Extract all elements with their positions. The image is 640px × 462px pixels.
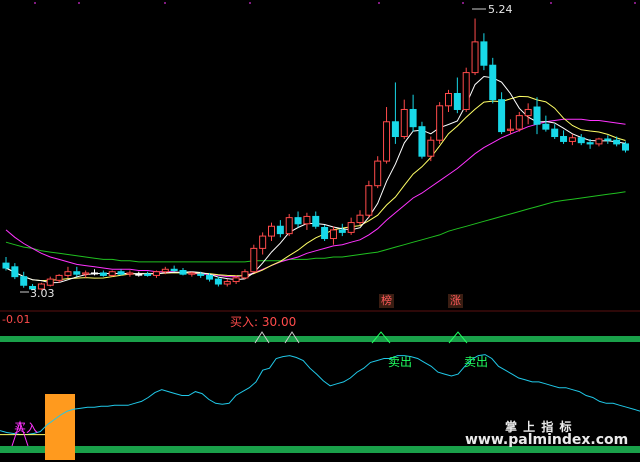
candle-body: [179, 270, 187, 275]
candle-body: [73, 271, 81, 275]
candle-body: [542, 123, 550, 130]
candle-body: [20, 276, 28, 286]
marker-chip-1: 榜: [379, 294, 394, 308]
candle-body: [427, 139, 435, 157]
candle-body: [418, 126, 426, 157]
candle: [436, 102, 444, 144]
candle: [108, 270, 116, 277]
indicator-top-band: [0, 336, 640, 342]
watermark-url: www.palmindex.com: [465, 432, 629, 448]
candle-body: [259, 235, 267, 249]
candle-body: [586, 142, 594, 145]
candle: [250, 244, 258, 273]
candle-body: [356, 214, 364, 224]
candle-body: [232, 277, 240, 283]
candle-body: [613, 139, 621, 145]
candle-body: [46, 278, 54, 286]
candle-body: [152, 271, 160, 276]
candle-body: [135, 273, 143, 276]
candle-body: [347, 222, 355, 233]
candle-body: [82, 272, 90, 275]
candle-body: [515, 115, 523, 130]
candle-body: [391, 121, 399, 138]
candle-body: [400, 108, 408, 138]
candle-body: [445, 93, 452, 107]
candle-body: [383, 121, 391, 162]
candle-body: [241, 271, 249, 279]
candle-body: [285, 217, 293, 235]
candle-body: [374, 160, 382, 187]
candle-body: [498, 99, 506, 133]
candle-body: [303, 215, 311, 225]
candle-body: [321, 226, 329, 240]
candle-body: [568, 137, 576, 142]
candle-body: [55, 274, 63, 281]
buy-signal-text: 买入: [14, 421, 38, 435]
candle-body: [409, 108, 417, 128]
candle-body: [365, 185, 373, 216]
candle-body: [577, 137, 585, 144]
stock-chart: 5.24 3.03 买入 卖出 卖出: [0, 0, 640, 462]
candle-body: [91, 272, 98, 275]
indicator-readout: -0.01: [2, 313, 31, 326]
indicator-title: 买入: 30.00: [230, 315, 297, 329]
candle: [321, 225, 329, 241]
candle-body: [533, 106, 541, 125]
candle-body: [64, 271, 72, 276]
candle-body: [214, 278, 222, 285]
candle-body: [595, 138, 603, 145]
candle-body: [524, 108, 532, 117]
marker-chip-2: 涨: [448, 294, 463, 308]
low-price-text: 3.03: [30, 287, 55, 300]
candle: [462, 67, 470, 112]
buy-signal-bar: [45, 394, 75, 460]
candle-body: [471, 41, 479, 74]
candle-body: [161, 268, 169, 273]
candle-body: [604, 138, 612, 141]
candle-body: [170, 268, 178, 272]
high-price-text: 5.24: [488, 3, 513, 16]
candle-body: [312, 215, 320, 227]
candle-body: [560, 136, 568, 142]
candle-body: [329, 229, 337, 240]
candle-body: [489, 64, 497, 101]
candle-body: [453, 93, 461, 110]
candle-body: [206, 274, 214, 280]
candle: [365, 180, 373, 218]
candle-body: [480, 41, 488, 66]
candle: [374, 156, 382, 189]
candle-body: [144, 273, 152, 276]
candle-body: [551, 128, 559, 138]
candle-body: [506, 128, 514, 131]
candle-body: [622, 143, 629, 151]
candle-body: [276, 225, 284, 235]
sell-signal-2-text: 卖出: [464, 355, 488, 369]
candle-body: [197, 273, 205, 276]
sell-signal-1-text: 卖出: [388, 355, 412, 369]
candle-body: [11, 266, 19, 278]
candle-body: [188, 272, 196, 275]
candle-body: [99, 272, 107, 276]
candle-body: [268, 225, 275, 237]
candle-body: [2, 262, 10, 269]
candle-body: [462, 72, 470, 110]
candle-body: [250, 247, 258, 273]
candle-body: [294, 217, 302, 225]
candle: [285, 213, 293, 237]
candle-body: [338, 229, 346, 233]
candle-body: [223, 281, 231, 285]
candle: [418, 121, 426, 159]
chart-background: [0, 0, 640, 462]
candle-body: [436, 105, 444, 141]
candle-body: [126, 272, 134, 275]
candle-body: [117, 271, 125, 275]
candle-body: [108, 271, 116, 276]
